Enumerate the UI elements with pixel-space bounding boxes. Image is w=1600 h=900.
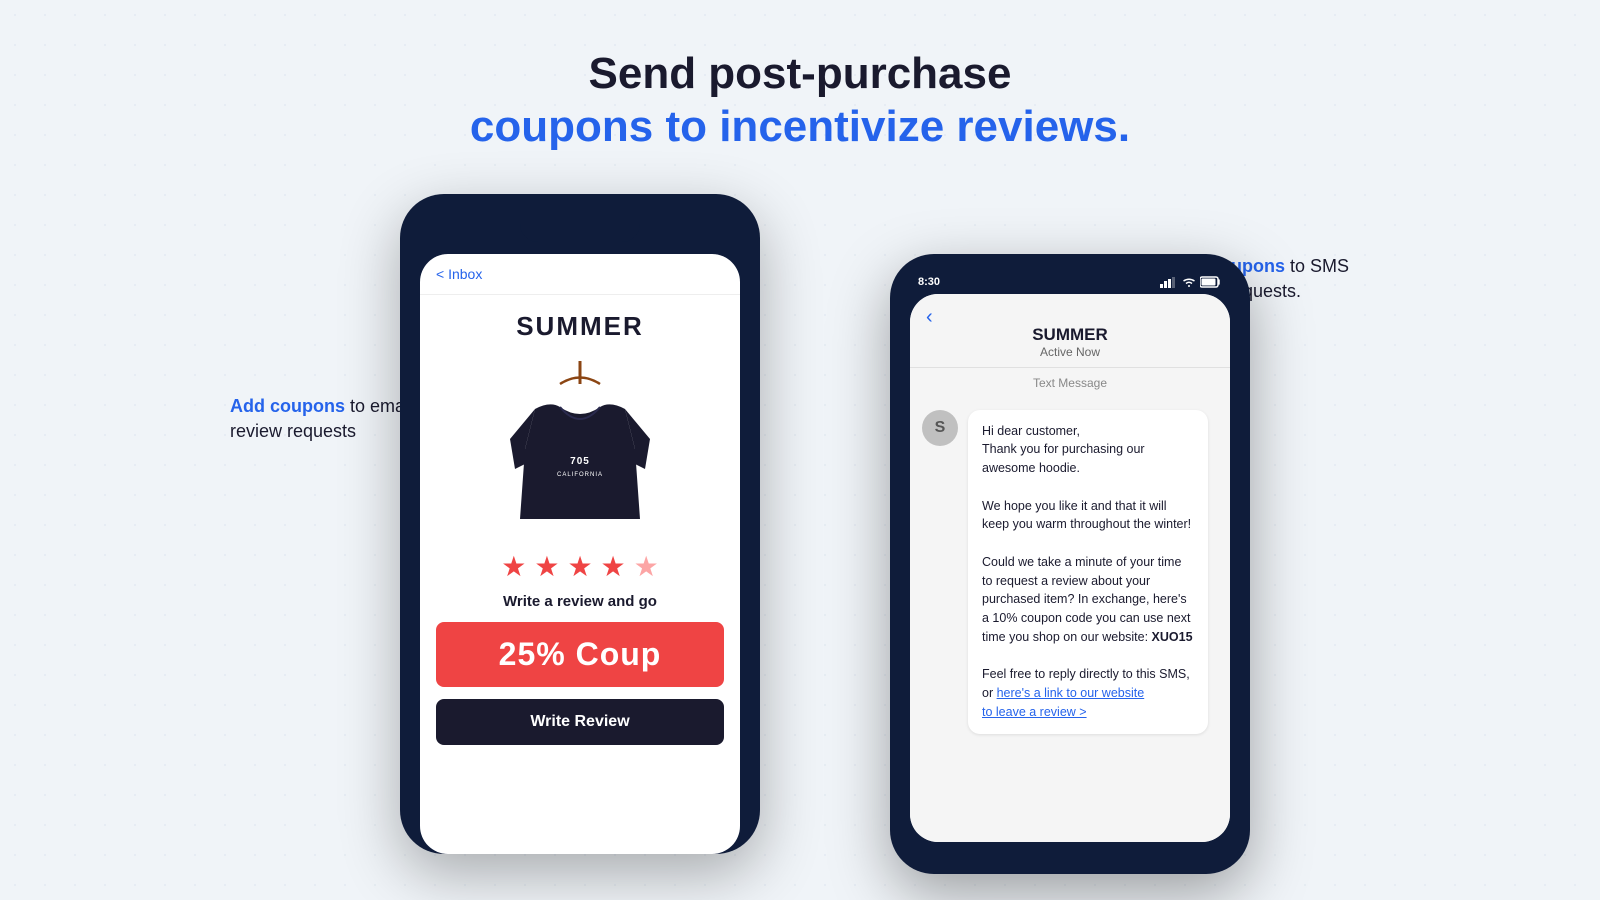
stars-row: ★ ★ ★ ★ ★ <box>501 550 659 583</box>
sms-messages: S Hi dear customer,Thank you for purchas… <box>910 398 1230 842</box>
sms-message-row: S Hi dear customer,Thank you for purchas… <box>922 410 1218 734</box>
header-line1: Send post-purchase <box>470 48 1130 101</box>
star-2: ★ <box>534 550 559 583</box>
sms-screen: ‹ SUMMER Active Now Text Message S Hi de… <box>910 294 1230 842</box>
coupon-text: 25% Coup <box>499 636 662 672</box>
phone-sms: 8:30 <box>890 254 1250 874</box>
sms-back-button[interactable]: ‹ <box>926 306 933 329</box>
email-inbox-back: < Inbox <box>436 266 482 282</box>
coupon-banner: 25% Coup <box>436 622 724 687</box>
email-inbox-bar: < Inbox <box>420 254 740 295</box>
header-line2: coupons to incentivize reviews. <box>470 101 1130 154</box>
email-product-image: 705 CALIFORNIA <box>500 354 660 534</box>
write-review-button[interactable]: Write Review <box>436 699 724 745</box>
header: Send post-purchase coupons to incentiviz… <box>470 48 1130 154</box>
sms-header: ‹ SUMMER Active Now <box>910 294 1230 368</box>
sms-time: 8:30 <box>918 276 940 288</box>
wifi-icon <box>1182 276 1196 288</box>
star-1: ★ <box>501 550 526 583</box>
signal-icon <box>1160 276 1178 288</box>
email-brand: SUMMER <box>516 311 644 342</box>
star-3: ★ <box>567 550 592 583</box>
sms-brand-name: SUMMER <box>1032 325 1108 345</box>
sms-label: Text Message <box>910 368 1230 398</box>
star-5: ★ <box>634 550 659 583</box>
phone-email-notch <box>520 214 640 242</box>
star-4: ★ <box>601 550 626 583</box>
svg-text:CALIFORNIA: CALIFORNIA <box>557 472 603 478</box>
content-area: Add coupons to emailreview requests Add … <box>250 194 1350 894</box>
svg-text:705: 705 <box>570 456 590 467</box>
sms-bubble: Hi dear customer,Thank you for purchasin… <box>968 410 1208 734</box>
write-review-text: Write a review and go <box>493 593 667 610</box>
sms-notch-area: 8:30 <box>910 274 1230 290</box>
sms-active-status: Active Now <box>1040 345 1100 359</box>
phone-email-screen: < Inbox SUMMER <box>420 254 740 854</box>
left-callout-highlight: Add coupons <box>230 396 345 416</box>
sms-greeting: Hi dear customer,Thank you for purchasin… <box>982 424 1193 719</box>
sms-link[interactable]: here's a link to our websiteto leave a r… <box>982 686 1144 719</box>
sms-status-icons <box>1160 276 1222 288</box>
battery-icon <box>1200 276 1222 288</box>
phone-email: < Inbox SUMMER <box>400 194 760 854</box>
page-wrapper: Send post-purchase coupons to incentiviz… <box>0 0 1600 900</box>
sms-avatar: S <box>922 410 958 446</box>
